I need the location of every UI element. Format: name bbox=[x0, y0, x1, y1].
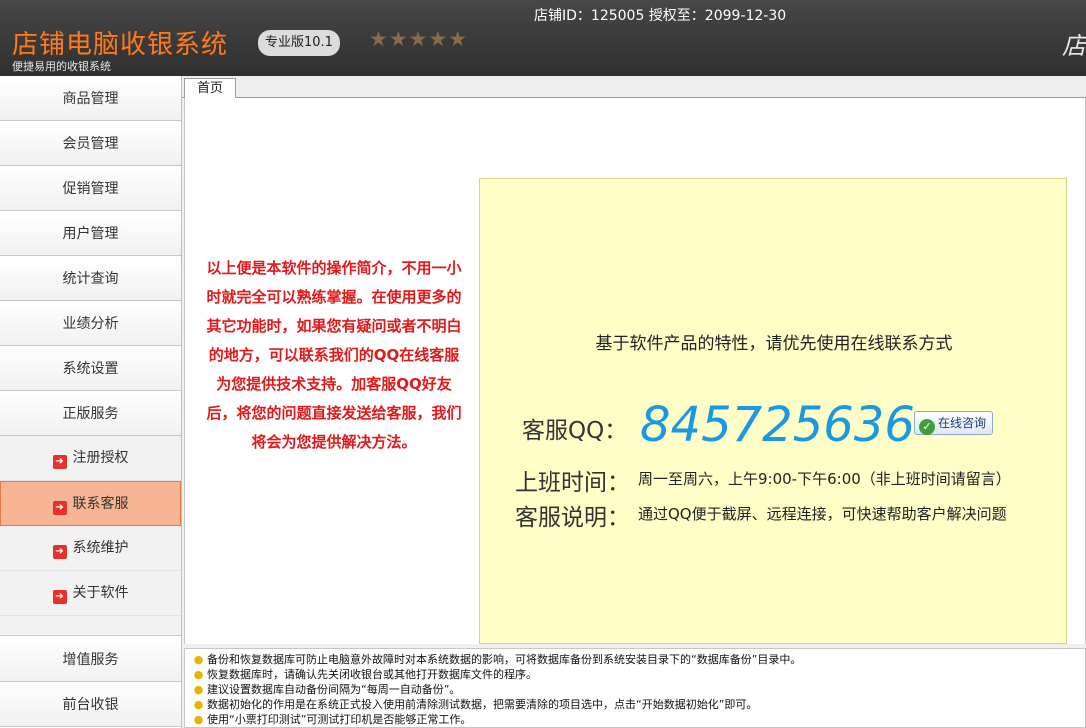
sidebar-item-pos-checkout[interactable]: 前台收银 bbox=[0, 682, 181, 727]
sidebar-subitem-label: 联系客服 bbox=[72, 496, 129, 512]
tip-item: ● 备份和恢复数据库可防止电脑意外故障时对本系统数据的影响，可将数据库备份到系统安… bbox=[193, 653, 802, 666]
red-arrow-icon: ➔ bbox=[52, 455, 67, 469]
lightbulb-icon: ● bbox=[193, 653, 204, 666]
online-consult-button[interactable]: ✓ 在线咨询 bbox=[914, 411, 994, 435]
sidebar-item-users[interactable]: 用户管理 bbox=[0, 211, 181, 256]
hours-label: 上班时间： bbox=[515, 470, 630, 496]
sidebar-item-settings[interactable]: 系统设置 bbox=[0, 346, 181, 391]
sidebar-subitem-label: 系统维护 bbox=[72, 540, 129, 556]
contact-panel: 基于软件产品的特性，请优先使用在线联系方式 客服QQ： 845725636 ✓ 在… bbox=[479, 178, 1067, 644]
sidebar-subitem-maintenance[interactable]: ➔ 系统维护 bbox=[0, 526, 181, 571]
sidebar-filler bbox=[0, 616, 181, 636]
sidebar-item-genuine-service[interactable]: 正版服务 bbox=[0, 391, 181, 436]
lightbulb-icon: ● bbox=[193, 683, 204, 696]
tip-item: ● 恢复数据库时，请确认先关闭收银台或其他打开数据库文件的程序。 bbox=[193, 668, 537, 681]
store-id: 店铺ID：125005 bbox=[534, 8, 645, 24]
sidebar: 商品管理 会员管理 促销管理 用户管理 统计查询 业绩分析 系统设置 正版服务 … bbox=[0, 76, 182, 728]
hours-value: 周一至周六，上午9:00-下午6:00（非上班时间请留言） bbox=[638, 470, 1011, 488]
app-title: 店铺电脑收银系统 bbox=[12, 30, 229, 60]
star-rating: ★★★★★ bbox=[369, 27, 469, 51]
support-desc-value: 通过QQ便于截屏、远程连接，可快速帮助客户解决问题 bbox=[638, 505, 1007, 523]
license-expiry: 授权至：2099-12-30 bbox=[648, 8, 787, 24]
red-arrow-icon: ➔ bbox=[52, 590, 67, 604]
app-subtitle: 便捷易用的收银系统 bbox=[12, 60, 111, 73]
online-consult-label: 在线咨询 bbox=[938, 416, 987, 430]
store-info: 店铺ID：125005 授权至：2099-12-30 bbox=[534, 5, 786, 25]
sidebar-subitem-registration[interactable]: ➔ 注册授权 bbox=[0, 436, 181, 481]
tip-item: ● 数据初始化的作用是在系统正式投入使用前清除测试数据，把需要清除的项目选中，点击… bbox=[193, 698, 758, 711]
lightbulb-icon: ● bbox=[193, 698, 204, 711]
sidebar-item-products[interactable]: 商品管理 bbox=[0, 76, 181, 121]
sidebar-subitem-contact-support[interactable]: ➔ 联系客服 bbox=[0, 481, 181, 526]
sidebar-item-statistics[interactable]: 统计查询 bbox=[0, 256, 181, 301]
sidebar-subitem-label: 注册授权 bbox=[72, 450, 129, 466]
sidebar-item-promotions[interactable]: 促销管理 bbox=[0, 166, 181, 211]
intro-text: 以上便是本软件的操作简介，不用一小时就完全可以熟练掌握。在使用更多的其它功能时，… bbox=[206, 259, 462, 451]
edition-badge: 专业版10.1 bbox=[258, 30, 340, 56]
contact-intro: 基于软件产品的特性，请优先使用在线联系方式 bbox=[595, 334, 953, 354]
app-header: 店铺电脑收银系统 便捷易用的收银系统 专业版10.1 ★★★★★ 店铺ID：12… bbox=[0, 0, 1086, 76]
red-arrow-icon: ➔ bbox=[52, 545, 67, 559]
qq-online-icon: ✓ bbox=[919, 419, 935, 435]
tab-home[interactable]: 首页 bbox=[184, 78, 236, 99]
sidebar-subitem-label: 关于软件 bbox=[72, 585, 129, 601]
support-desc-label: 客服说明： bbox=[515, 505, 630, 531]
lightbulb-icon: ● bbox=[193, 713, 204, 726]
sidebar-item-value-added[interactable]: 增值服务 bbox=[0, 637, 181, 682]
tip-item: ● 建议设置数据库自动备份间隔为“每周一自动备份”。 bbox=[193, 683, 461, 696]
sidebar-item-members[interactable]: 会员管理 bbox=[0, 121, 181, 166]
tips-panel: ● 备份和恢复数据库可防止电脑意外故障时对本系统数据的影响，可将数据库备份到系统安… bbox=[184, 648, 1086, 728]
sidebar-item-performance[interactable]: 业绩分析 bbox=[0, 301, 181, 346]
red-arrow-icon: ➔ bbox=[52, 501, 67, 515]
qq-number: 845725636 bbox=[640, 397, 915, 453]
lightbulb-icon: ● bbox=[193, 668, 204, 681]
tip-item: ● 使用“小票打印测试”可测试打印机是否能够正常工作。 bbox=[193, 713, 472, 726]
tab-bar: 首页 bbox=[182, 76, 1086, 99]
sidebar-subitem-about[interactable]: ➔ 关于软件 bbox=[0, 571, 181, 616]
qq-label: 客服QQ： bbox=[522, 418, 628, 444]
brand-logo-text: 店 bbox=[1062, 32, 1086, 60]
